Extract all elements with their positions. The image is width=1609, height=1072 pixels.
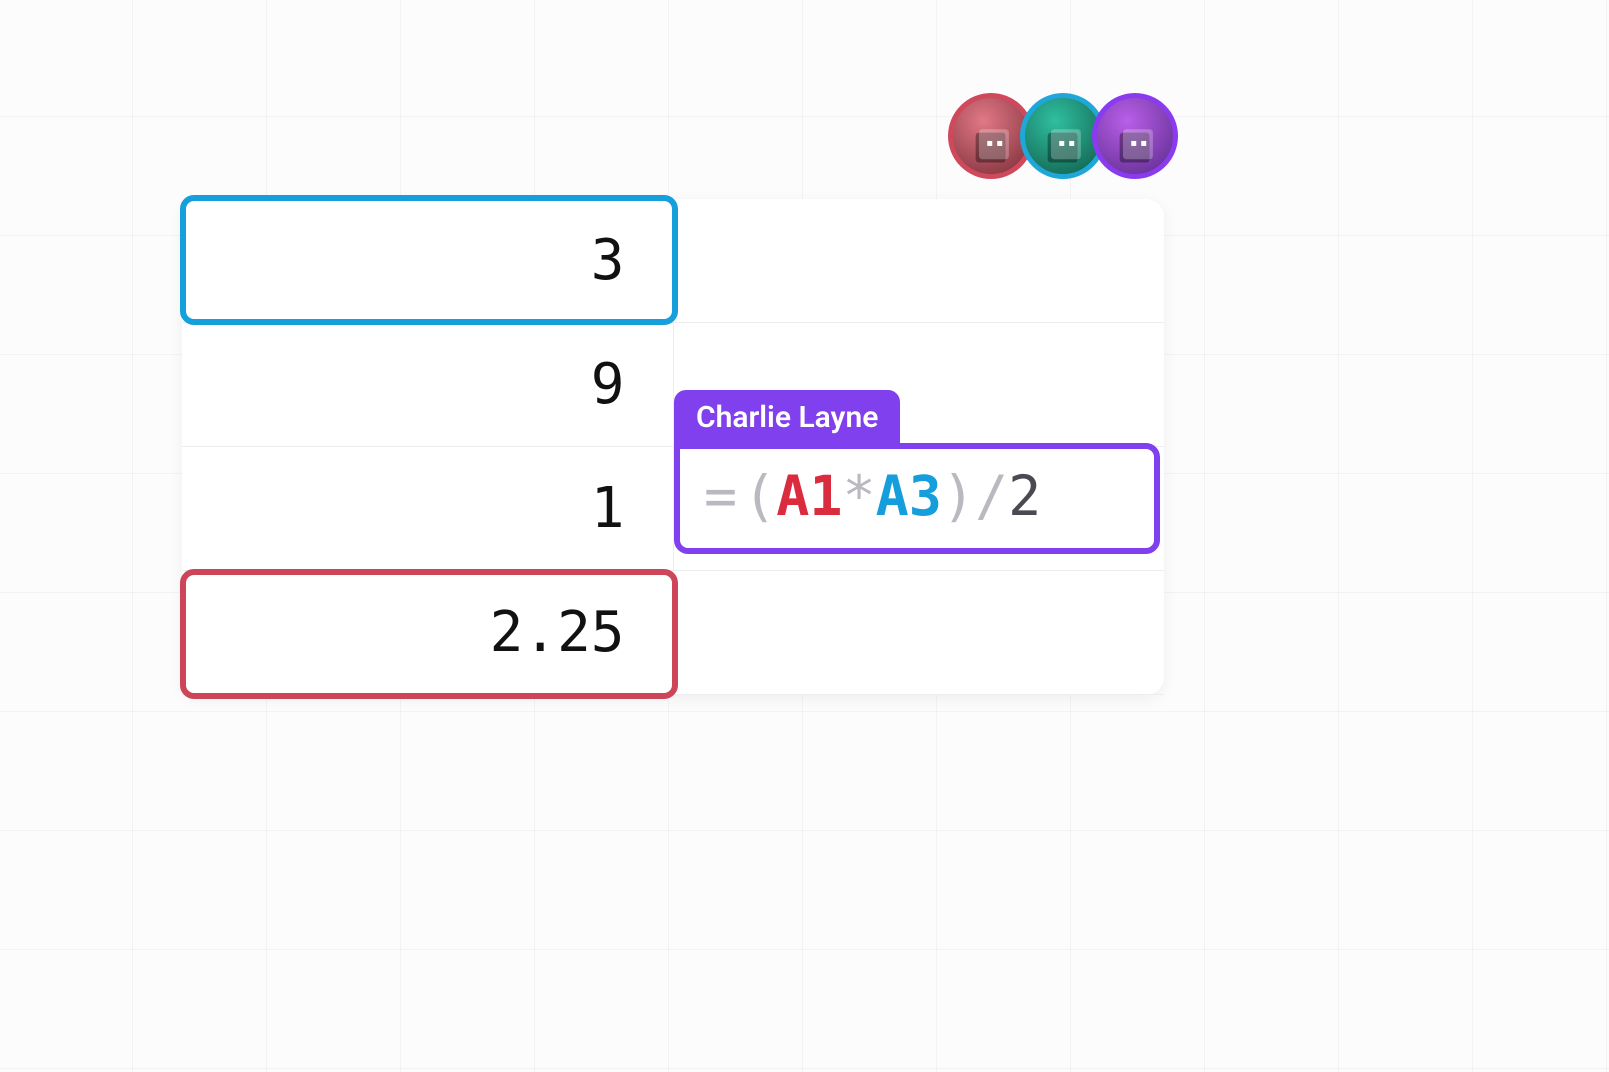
table-row: 3	[182, 199, 1164, 323]
cell-value: 1	[591, 476, 625, 541]
cell-value: 9	[591, 352, 625, 417]
cell-A4[interactable]: 2.25	[182, 571, 674, 694]
avatar-cube-icon	[1036, 121, 1089, 174]
formula-token-ref-A3: A3	[876, 464, 942, 528]
formula-token-ref-A1: A1	[776, 464, 842, 528]
cell-B1[interactable]	[674, 199, 1165, 322]
collaborator-name-badge: Charlie Layne	[674, 390, 900, 443]
cell-B4[interactable]	[674, 571, 1165, 694]
cell-A2[interactable]: 9	[182, 323, 674, 446]
formula-token-number: 2	[1008, 464, 1041, 528]
formula-token-slash: /	[975, 464, 1008, 528]
formula-token-equals: =	[704, 464, 737, 528]
cell-A3[interactable]: 1	[182, 447, 674, 570]
collaborator-name: Charlie Layne	[696, 400, 878, 435]
avatar-user-3[interactable]	[1092, 93, 1178, 179]
cell-value: 3	[591, 228, 625, 293]
cell-A1[interactable]: 3	[182, 199, 674, 322]
avatar-cube-icon	[964, 121, 1017, 174]
formula-token-lparen: (	[743, 464, 776, 528]
spreadsheet: 3 9 1 2.25 Charlie Layne =(A1*A3)/2	[182, 199, 1164, 695]
collaborator-cursor: Charlie Layne =(A1*A3)/2	[674, 390, 1160, 554]
cell-value: 2.25	[490, 600, 625, 665]
table-row: 2.25	[182, 571, 1164, 695]
formula-token-rparen: )	[942, 464, 975, 528]
avatar-cube-icon	[1108, 121, 1161, 174]
collaborator-avatars	[948, 93, 1178, 179]
formula-editor[interactable]: =(A1*A3)/2	[674, 443, 1160, 554]
formula-token-star: *	[842, 464, 875, 528]
